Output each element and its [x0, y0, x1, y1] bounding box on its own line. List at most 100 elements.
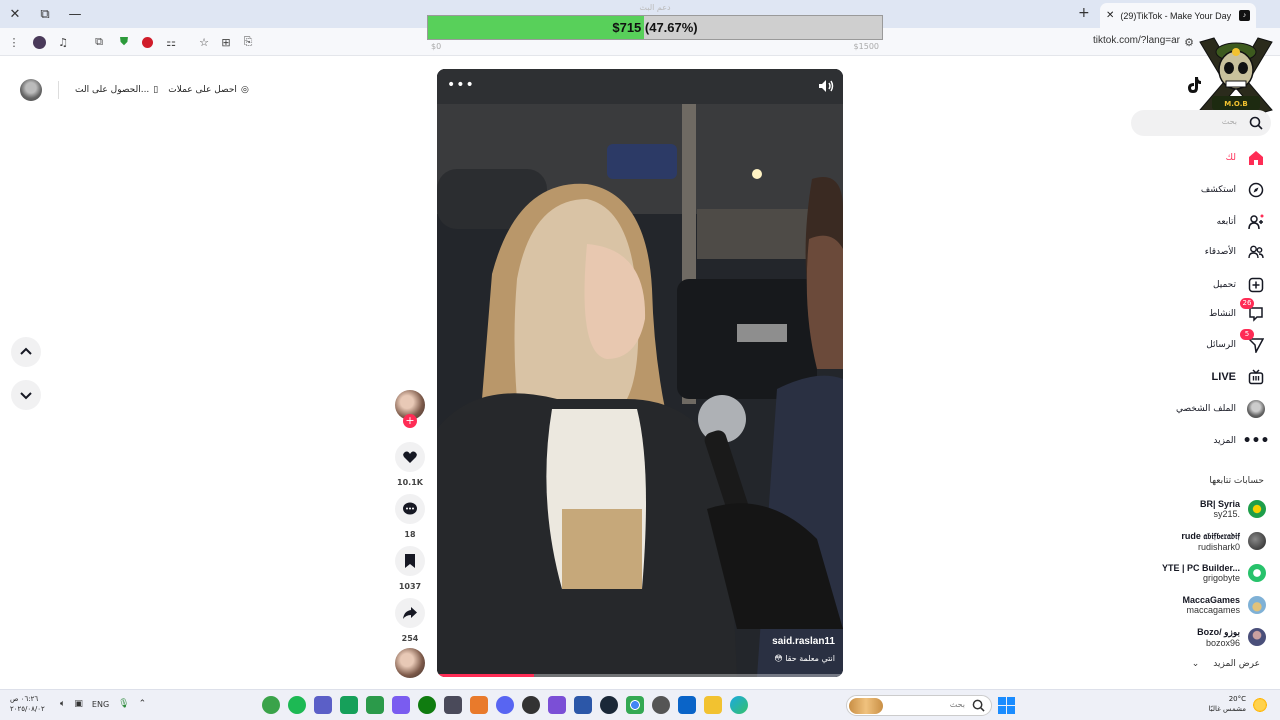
nav-label: المزيد [1213, 436, 1236, 446]
app-icon[interactable] [470, 696, 488, 714]
next-video-button[interactable] [11, 380, 41, 410]
clock-date: ٢٠٢٥/٠٨/٠٢ [10, 705, 45, 713]
following-account[interactable]: MaccaGames maccagames [1182, 592, 1266, 618]
profile-avatar-icon[interactable] [31, 34, 47, 50]
language-indicator[interactable]: ENG [92, 700, 109, 709]
following-account[interactable]: BR| Syria sy215. [1200, 496, 1266, 522]
share-count: 254 [401, 634, 419, 643]
messages-icon: 5 [1240, 329, 1266, 355]
nav-label: النشاط [1208, 309, 1236, 319]
app-icon[interactable] [522, 696, 540, 714]
nav-more[interactable]: المزيد ••• [1213, 430, 1269, 452]
weather-widget[interactable]: 20°C مشمس غالبًا [1198, 694, 1246, 714]
nav-live[interactable]: LIVE [1212, 366, 1266, 388]
extensions-icon[interactable]: ⧉ [91, 34, 107, 50]
close-window-icon[interactable]: ✕ [5, 4, 25, 24]
home-icon [1246, 148, 1266, 168]
donation-amount: $715 (47.67%) [612, 20, 698, 35]
comment-action[interactable]: 18 [395, 494, 425, 539]
see-more-link[interactable]: ⌄ عرض المزيد [1192, 659, 1260, 669]
weather-temp: 20°C [1228, 695, 1246, 703]
volume-icon[interactable] [817, 77, 835, 95]
user-avatar[interactable] [20, 79, 42, 101]
file-explorer-icon[interactable] [704, 696, 722, 714]
restore-window-icon[interactable]: ⧉ [35, 4, 55, 24]
following-account[interactable]: Bozo/ بوزو bozox96 [1197, 624, 1266, 650]
discord-icon[interactable] [496, 696, 514, 714]
tab-close-icon[interactable]: ✕ [1106, 10, 1114, 21]
steam-icon[interactable] [600, 696, 618, 714]
search-icon[interactable] [1249, 116, 1263, 130]
install-app-icon[interactable]: ⎘ [240, 34, 256, 50]
nav-label: الرسائل [1206, 340, 1236, 350]
donation-goal-bar: دعم البث $715 (47.67%) $0 $1500 [427, 3, 883, 51]
nav-profile[interactable]: الملف الشخصي [1176, 398, 1266, 420]
get-coins-link[interactable]: احصل على عملات ◎ [168, 85, 249, 95]
network-icon[interactable]: ▣ [74, 699, 83, 709]
app-icon[interactable] [574, 696, 592, 714]
address-bar[interactable]: tiktok.com/?lang=ar [1060, 35, 1180, 46]
nav-messages[interactable]: الرسائل 5 [1206, 329, 1266, 356]
account-name: rude 𝔞𝔟𝔦𝔣𝔟𝔢𝔯𝔞𝔡𝔦𝔣 [1181, 530, 1240, 541]
app-icon[interactable] [444, 696, 462, 714]
next-creator-avatar[interactable] [395, 648, 425, 678]
minimize-window-icon[interactable]: — [65, 4, 85, 24]
page-header-left: الحصول على الت... ▯ احصل على عملات ◎ [20, 78, 249, 102]
media-control-icon[interactable]: ♫ [55, 34, 71, 50]
app-icon[interactable] [392, 696, 410, 714]
video-author[interactable]: said.raslan11 [772, 636, 835, 647]
new-tab-button[interactable]: + [1078, 5, 1090, 21]
save-action[interactable]: 1037 [395, 546, 425, 591]
microphone-icon[interactable]: 🎙︎ [118, 699, 129, 709]
adblock-extension-icon[interactable] [139, 34, 155, 50]
windows-start-icon[interactable] [998, 697, 1015, 714]
following-account[interactable]: YTE | PC Builder... grigobyte [1162, 560, 1266, 586]
following-account[interactable]: rude 𝔞𝔟𝔦𝔣𝔟𝔢𝔯𝔞𝔡𝔦𝔣 rudishark0 [1181, 528, 1266, 554]
xbox-icon[interactable] [418, 696, 436, 714]
save-count: 1037 [398, 582, 422, 591]
sun-icon[interactable] [1252, 697, 1268, 713]
shield-extension-icon[interactable]: ⛊ [116, 34, 132, 50]
teams-icon[interactable] [314, 696, 332, 714]
browser-tab-tiktok[interactable]: ✕ (29)TikTok - Make Your Day ♪ [1100, 3, 1256, 28]
translate-extension-icon[interactable]: ⚏ [163, 34, 179, 50]
previous-video-button[interactable] [11, 337, 41, 367]
app-icon[interactable] [548, 696, 566, 714]
edge-icon[interactable] [730, 696, 748, 714]
nav-friends[interactable]: الأصدقاء [1205, 241, 1266, 263]
app-icon[interactable] [262, 696, 280, 714]
clock[interactable]: ٠٦:٢٦ ص ٢٠٢٥/٠٨/٠٢ [10, 694, 45, 714]
video-more-options-icon[interactable]: ••• [447, 77, 475, 93]
speaker-icon[interactable]: 🔈︎ [60, 699, 65, 709]
follow-plus-icon[interactable]: + [403, 414, 417, 428]
spotify-icon[interactable] [288, 696, 306, 714]
taskbar-search[interactable]: بحث [846, 695, 992, 716]
get-app-link[interactable]: الحصول على الت... ▯ [75, 85, 158, 95]
share-action[interactable]: 254 [395, 598, 425, 643]
video-frame [437, 69, 843, 677]
settings-icon[interactable] [652, 696, 670, 714]
creator-avatar[interactable]: + [395, 390, 425, 428]
nav-upload[interactable]: تحميل [1213, 274, 1266, 296]
menu-dots-icon[interactable]: ⋮ [6, 34, 22, 50]
comment-icon [403, 502, 417, 515]
translate-page-icon[interactable]: ⊞ [218, 34, 234, 50]
nav-explore[interactable]: استكشف [1201, 179, 1266, 201]
video-progress-bar[interactable] [437, 674, 843, 677]
video-player[interactable]: ••• said.raslan11 😳 انتي معلمة حقا [437, 69, 843, 677]
account-name: YTE | PC Builder... [1161, 563, 1240, 573]
like-action[interactable]: 10.1K [395, 442, 425, 487]
tiktok-logo-icon[interactable] [1186, 76, 1202, 94]
nav-for-you[interactable]: لك [1226, 147, 1266, 169]
outlook-icon[interactable] [678, 696, 696, 714]
chrome-icon[interactable] [626, 696, 644, 714]
search-box[interactable]: بحث [1131, 110, 1271, 136]
nav-following[interactable]: أتابعه [1217, 211, 1266, 233]
app-icon[interactable] [340, 696, 358, 714]
show-hidden-icons-icon[interactable]: ⌃ [139, 699, 147, 709]
site-settings-icon[interactable]: ⚙ [1181, 34, 1197, 50]
nav-label: تحميل [1212, 280, 1236, 290]
nav-activity[interactable]: النشاط 26 [1208, 298, 1266, 325]
bookmark-star-icon[interactable]: ☆ [196, 34, 212, 50]
app-icon[interactable] [366, 696, 384, 714]
